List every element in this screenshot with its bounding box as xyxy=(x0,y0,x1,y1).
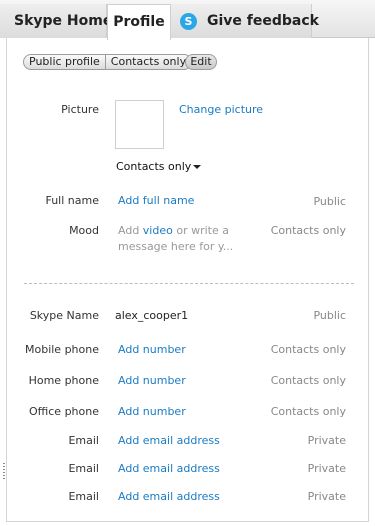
picture-label: Picture xyxy=(61,103,99,116)
profile-picture[interactable] xyxy=(115,100,164,149)
mood-prefix: Add xyxy=(118,224,143,237)
mood-field[interactable]: Add video or write a message here for y.… xyxy=(118,223,238,255)
email-privacy[interactable]: Private xyxy=(308,434,346,447)
email-label: Email xyxy=(68,462,99,475)
tab-skype-home[interactable]: Skype Home xyxy=(0,4,112,38)
full-name-label: Full name xyxy=(45,194,99,207)
change-picture-link[interactable]: Change picture xyxy=(179,103,263,116)
resize-grip[interactable] xyxy=(3,463,5,479)
skype-feedback-icon: S xyxy=(180,13,197,30)
profile-view-toggle: Public profile Contacts only xyxy=(23,54,193,70)
email-label: Email xyxy=(68,490,99,503)
chevron-down-icon xyxy=(193,165,202,169)
add-mobile-number-link[interactable]: Add number xyxy=(118,343,186,356)
add-email-link[interactable]: Add email address xyxy=(118,490,220,503)
email-privacy[interactable]: Private xyxy=(308,462,346,475)
home-phone-privacy[interactable]: Contacts only xyxy=(271,374,346,387)
mood-label: Mood xyxy=(69,224,99,237)
add-home-number-link[interactable]: Add number xyxy=(118,374,186,387)
mobile-phone-label: Mobile phone xyxy=(24,343,99,356)
tab-profile[interactable]: Profile xyxy=(107,4,171,40)
add-video-link[interactable]: video xyxy=(143,224,173,237)
mobile-phone-privacy[interactable]: Contacts only xyxy=(271,343,346,356)
tab-bar: Skype Home Profile S Give feedback xyxy=(0,0,375,40)
add-email-link[interactable]: Add email address xyxy=(118,434,220,447)
contacts-only-view-button[interactable]: Contacts only xyxy=(106,55,191,69)
skype-name-label: Skype Name xyxy=(29,309,99,322)
skype-name-value: alex_cooper1 xyxy=(115,309,189,322)
office-phone-privacy[interactable]: Contacts only xyxy=(271,405,346,418)
mood-privacy[interactable]: Contacts only xyxy=(271,224,346,237)
skype-name-privacy: Public xyxy=(313,309,346,322)
section-divider xyxy=(24,283,354,284)
picture-privacy-dropdown[interactable]: Contacts only xyxy=(116,160,202,173)
office-phone-label: Office phone xyxy=(28,405,99,418)
tab-give-feedback[interactable]: S Give feedback xyxy=(171,4,319,38)
home-phone-label: Home phone xyxy=(28,374,99,387)
email-label: Email xyxy=(68,434,99,447)
tab-give-feedback-label: Give feedback xyxy=(207,13,319,29)
edit-button[interactable]: Edit xyxy=(185,54,217,70)
public-profile-button[interactable]: Public profile xyxy=(24,55,105,69)
add-full-name-link[interactable]: Add full name xyxy=(118,194,194,207)
full-name-privacy[interactable]: Public xyxy=(313,195,346,208)
email-privacy[interactable]: Private xyxy=(308,490,346,503)
picture-privacy-value: Contacts only xyxy=(116,160,192,173)
add-office-number-link[interactable]: Add number xyxy=(118,405,186,418)
add-email-link[interactable]: Add email address xyxy=(118,462,220,475)
